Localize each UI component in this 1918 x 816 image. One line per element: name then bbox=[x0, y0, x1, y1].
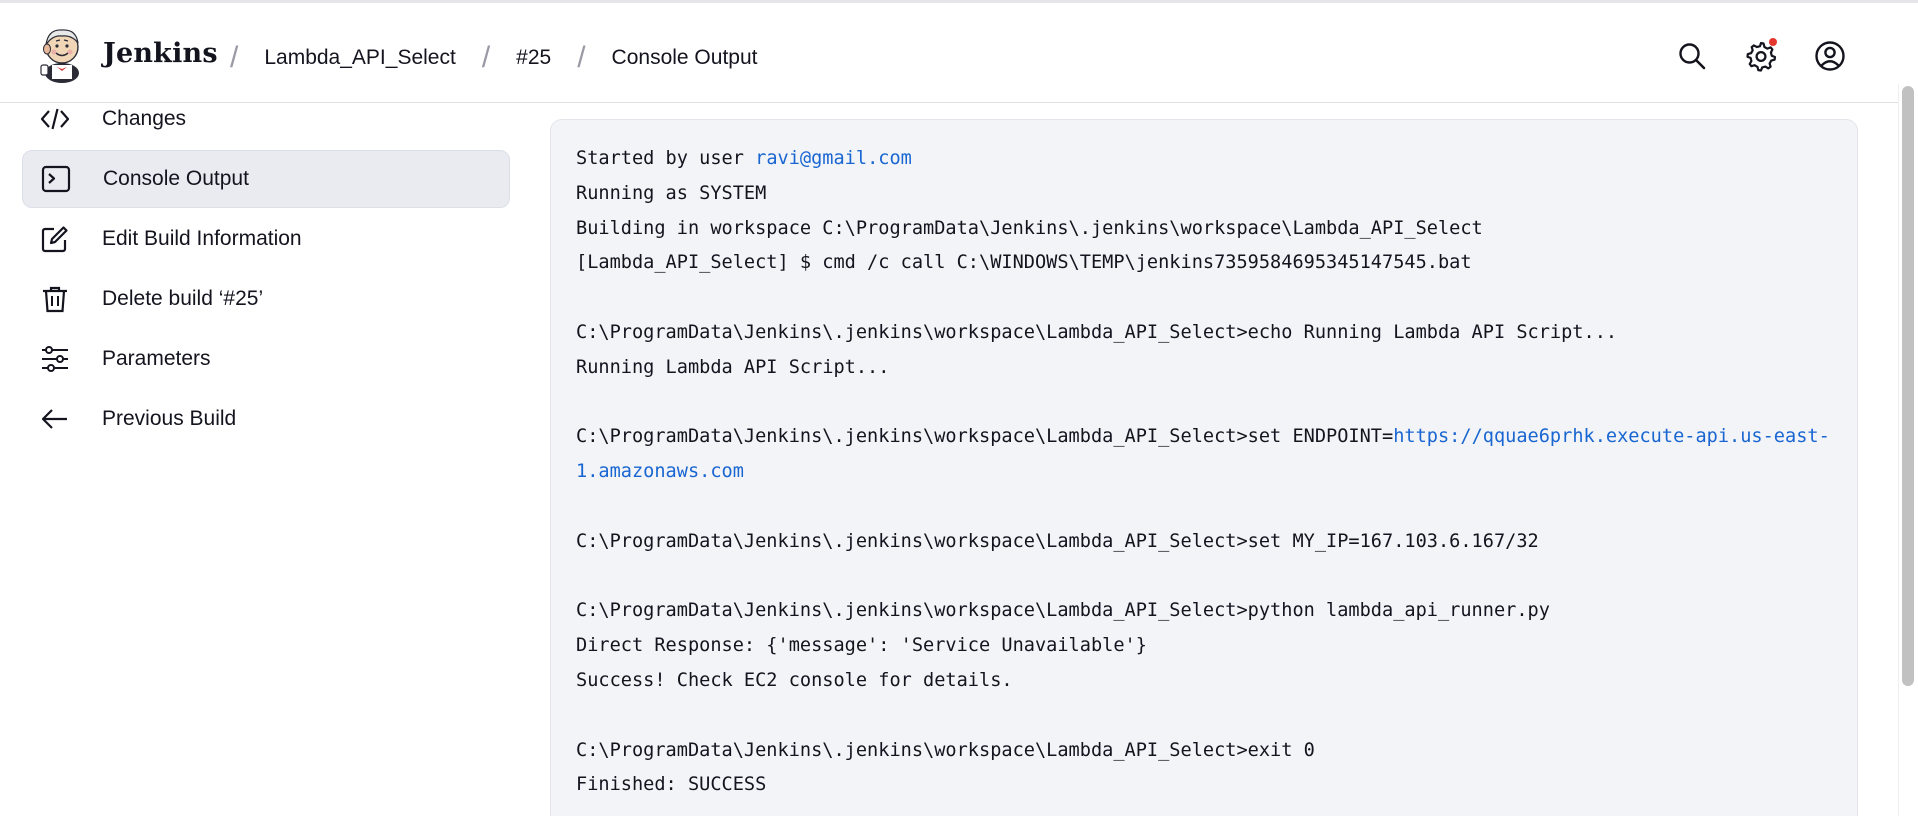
sidebar-item-label: Changes bbox=[102, 107, 187, 130]
sidebar-item-label: Delete build ‘#25’ bbox=[102, 287, 264, 310]
console-line: [Lambda_API_Select] $ cmd /c call C:\WIN… bbox=[576, 252, 1472, 274]
console-output: Started by user ravi@gmail.com Running a… bbox=[550, 119, 1858, 816]
console-line: Finished: SUCCESS bbox=[576, 774, 767, 796]
sidebar-item-label: Previous Build bbox=[102, 407, 237, 430]
console-line: C:\ProgramData\Jenkins\.jenkins\workspac… bbox=[576, 530, 1539, 552]
arrow-left-icon bbox=[38, 402, 72, 436]
console-line: C:\ProgramData\Jenkins\.jenkins\workspac… bbox=[576, 600, 1550, 622]
search-icon[interactable] bbox=[1676, 40, 1708, 72]
console-line: Running Lambda API Script... bbox=[576, 356, 890, 378]
console-line: C:\ProgramData\Jenkins\.jenkins\workspac… bbox=[576, 321, 1618, 343]
sidebar-item-edit-build-information[interactable]: Edit Build Information bbox=[22, 210, 510, 268]
breadcrumb-job[interactable]: Lambda_API_Select bbox=[264, 46, 455, 70]
sliders-icon bbox=[38, 342, 72, 376]
edit-icon bbox=[38, 222, 72, 256]
console-line: C:\ProgramData\Jenkins\.jenkins\workspac… bbox=[576, 420, 1833, 490]
jenkins-logo-icon[interactable] bbox=[38, 25, 86, 83]
console-line: C:\ProgramData\Jenkins\.jenkins\workspac… bbox=[576, 739, 1315, 761]
brand-name[interactable]: Jenkins bbox=[103, 38, 218, 69]
console-text: Started by user bbox=[576, 148, 756, 169]
trash-icon bbox=[38, 282, 72, 316]
notification-dot bbox=[1769, 38, 1777, 46]
user-link[interactable]: ravi@gmail.com bbox=[755, 148, 912, 169]
breadcrumb-page[interactable]: Console Output bbox=[612, 46, 758, 70]
sidebar-item-label: Edit Build Information bbox=[102, 227, 302, 250]
console-text: C:\ProgramData\Jenkins\.jenkins\workspac… bbox=[576, 426, 1394, 448]
settings-icon[interactable] bbox=[1745, 38, 1777, 72]
sidebar-item-console-output[interactable]: Console Output bbox=[22, 150, 510, 208]
sidebar-item-delete-build[interactable]: Delete build ‘#25’ bbox=[22, 270, 510, 328]
sidebar-item-parameters[interactable]: Parameters bbox=[22, 330, 510, 388]
user-icon[interactable] bbox=[1814, 40, 1846, 72]
console-line: Building in workspace C:\ProgramData\Jen… bbox=[576, 217, 1483, 239]
console-line: Direct Response: {'message': 'Service Un… bbox=[576, 635, 1147, 657]
sidebar: Changes Console Output Edit Build Inform… bbox=[22, 96, 510, 450]
sidebar-item-label: Console Output bbox=[103, 167, 249, 190]
sidebar-item-label: Parameters bbox=[102, 347, 211, 370]
breadcrumb-separator: / bbox=[481, 41, 491, 74]
console-line: Success! Check EC2 console for details. bbox=[576, 669, 1013, 691]
sidebar-item-previous-build[interactable]: Previous Build bbox=[22, 390, 510, 448]
terminal-icon bbox=[39, 162, 73, 196]
scrollbar-thumb[interactable] bbox=[1902, 86, 1914, 686]
breadcrumb-separator: / bbox=[577, 41, 586, 74]
breadcrumb: / Lambda_API_Select / #25 / Console Outp… bbox=[230, 41, 757, 75]
console-line: Running as SYSTEM bbox=[576, 182, 767, 204]
breadcrumb-build[interactable]: #25 bbox=[516, 46, 551, 70]
breadcrumb-separator: / bbox=[230, 41, 239, 74]
page-header: Jenkins / Lambda_API_Select / #25 / Cons… bbox=[0, 3, 1898, 103]
code-icon bbox=[38, 102, 72, 136]
console-line: Started by user ravi@gmail.com bbox=[576, 142, 1833, 177]
sidebar-item-changes[interactable]: Changes bbox=[22, 96, 510, 142]
